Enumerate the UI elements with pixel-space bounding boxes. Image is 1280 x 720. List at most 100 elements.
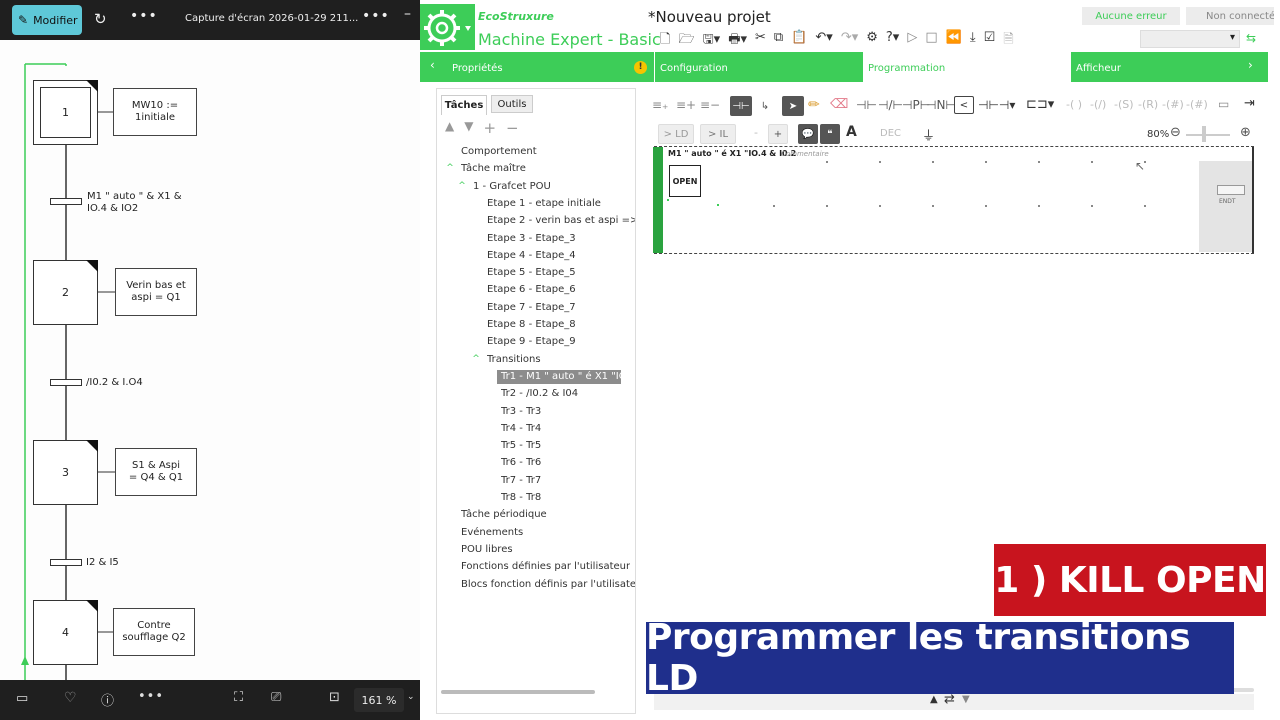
connection-status[interactable]: Non connecté <box>1186 7 1274 25</box>
chevron-up-icon[interactable]: ^ <box>445 163 455 173</box>
more-icon[interactable]: ••• <box>138 689 164 704</box>
stop-icon[interactable]: □ <box>925 30 937 50</box>
pencil-icon[interactable]: ✏ <box>808 97 820 113</box>
zoom-slider[interactable] <box>1186 134 1230 136</box>
symbol-toggle-button[interactable]: ❝ <box>820 124 840 144</box>
chevron-up-icon[interactable]: ^ <box>457 181 467 191</box>
run-icon[interactable]: ▷ <box>907 30 917 50</box>
tree-item[interactable]: Etape 3 - Etape_3 <box>487 232 576 246</box>
ladder-rung[interactable]: M1 " auto " é X1 "IO.4 & I0.2 Commentair… <box>653 146 1254 254</box>
delete-rung-icon[interactable]: ≡− <box>700 98 720 112</box>
tree-item[interactable]: Tr2 - /I0.2 & I04 <box>501 387 578 401</box>
tree-item[interactable]: Tr4 - Tr4 <box>501 422 541 436</box>
zoom-level[interactable]: 161 % <box>354 688 404 712</box>
zoom-out-icon[interactable]: ⊖ <box>1170 125 1181 140</box>
operation-block-icon[interactable]: ▭ <box>1218 97 1229 111</box>
branch-mode-button[interactable]: ↳ <box>754 96 776 116</box>
more-icon[interactable]: ••• <box>362 8 390 24</box>
contact-mode-button[interactable]: ⊣⊢ <box>730 96 752 116</box>
tree-item[interactable]: Fonctions définies par l'utilisateur <box>461 560 630 574</box>
tree-item[interactable]: Tr7 - Tr7 <box>501 474 541 488</box>
insert-rung-after-icon[interactable]: ≡+ <box>676 98 696 112</box>
fit-icon[interactable]: ⊡ <box>329 690 340 705</box>
error-status[interactable]: Aucune erreur <box>1082 7 1180 25</box>
app-logo[interactable] <box>420 4 475 50</box>
scan-text-icon[interactable]: ⎚ <box>271 690 281 705</box>
crop-icon[interactable]: ⛶ <box>234 690 243 705</box>
tree-item[interactable]: Tâche maître <box>461 162 526 176</box>
select-pointer-button[interactable]: ➤ <box>782 96 804 116</box>
rotate-icon[interactable]: ↻ <box>94 10 107 28</box>
tree-item[interactable]: Etape 4 - Etape_4 <box>487 249 576 263</box>
tree-item[interactable]: Comportement <box>461 145 537 159</box>
jump-icon[interactable]: ⇥ <box>1244 96 1255 111</box>
coil-icon[interactable]: -( ) <box>1066 98 1082 111</box>
comment-toggle-button[interactable]: 💬 <box>798 124 818 144</box>
tree-item[interactable]: Etape 1 - etape initiale <box>487 197 601 211</box>
tree-item[interactable]: Etape 8 - Etape_8 <box>487 318 576 332</box>
tree-item[interactable]: Tâche périodique <box>461 508 547 522</box>
chevron-right-icon[interactable]: › <box>1248 58 1253 72</box>
undo-icon[interactable]: ↶▾ <box>815 30 832 50</box>
tree-item[interactable]: Etape 9 - Etape_9 <box>487 335 576 349</box>
tree-scrollbar[interactable] <box>441 690 595 694</box>
chevron-up-icon[interactable]: ^ <box>471 354 481 364</box>
tab-taches[interactable]: Tâches <box>441 95 487 115</box>
more-icon[interactable]: ••• <box>130 8 158 24</box>
eraser-icon[interactable]: ⌫ <box>830 97 848 112</box>
zoom-in-icon[interactable]: ⊕ <box>1240 125 1251 140</box>
tab-afficheur[interactable]: Afficheur <box>1076 52 1256 82</box>
plus-button[interactable]: + <box>768 124 788 144</box>
document-icon[interactable]: 🗎 <box>1003 30 1013 50</box>
target-select[interactable]: ▾ <box>1140 30 1240 48</box>
network-icon[interactable]: ⏚ <box>922 125 935 144</box>
paste-icon[interactable]: 📋 <box>791 30 807 50</box>
tree-item[interactable]: Tr1 - M1 " auto " é X1 "IO.4 & I0.2 <box>497 369 621 384</box>
info-icon[interactable]: ⓘ <box>101 690 114 709</box>
minus-icon[interactable]: - <box>754 126 758 139</box>
chevron-left-icon[interactable]: ‹ <box>430 58 435 72</box>
zoom-slider-thumb[interactable] <box>1202 126 1206 142</box>
minimize-icon[interactable]: – <box>404 6 411 22</box>
contact-falling-icon[interactable]: ⊣N⊢ <box>926 98 956 112</box>
coil-reset-icon[interactable]: -(R) <box>1138 98 1158 111</box>
tree-item[interactable]: Tr3 - Tr3 <box>501 405 541 419</box>
open-folder-icon[interactable]: 🗁 <box>678 30 694 50</box>
font-size-icon[interactable]: A <box>846 124 857 140</box>
tree-item[interactable]: Etape 5 - Etape_5 <box>487 266 576 280</box>
print-icon[interactable]: 🖶▾ <box>728 30 747 50</box>
download-icon[interactable]: ⤓ <box>970 30 976 50</box>
tree-item[interactable]: POU libres <box>461 543 513 557</box>
tree-item[interactable]: 1 - Grafcet POU <box>473 180 551 194</box>
save-icon[interactable]: 🖫▾ <box>703 30 721 50</box>
tree-item[interactable]: Etape 7 - Etape_7 <box>487 301 576 315</box>
tree-item[interactable]: Etape 6 - Etape_6 <box>487 283 576 297</box>
connect-icon[interactable]: ⇆ <box>1246 31 1256 45</box>
tab-outils[interactable]: Outils <box>491 95 533 113</box>
convert-ld-button[interactable]: > LD <box>658 124 694 144</box>
contact-no-icon[interactable]: ⊣⊢ <box>856 98 877 112</box>
move-up-icon[interactable]: ▲ <box>445 119 454 139</box>
tree-item[interactable]: Evénements <box>461 526 523 540</box>
tree-item[interactable]: Etape 2 - verin bas et aspi => Q1 <box>487 214 635 228</box>
new-file-icon[interactable]: 🗋 <box>660 30 670 50</box>
coil-step-icon[interactable]: -(#) <box>1162 98 1184 111</box>
coil-deactivate-icon[interactable]: -(#) <box>1186 98 1208 111</box>
cut-icon[interactable]: ✂ <box>755 30 766 50</box>
tree-item[interactable]: Transitions <box>487 353 541 367</box>
tree-item[interactable]: Tr5 - Tr5 <box>501 439 541 453</box>
tree-item[interactable]: Blocs fonction définis par l'utilisateur <box>461 578 635 592</box>
chevron-down-icon[interactable]: ⌄ <box>407 692 415 702</box>
contact-nc-icon[interactable]: ⊣/⊢ <box>878 98 903 112</box>
rewind-icon[interactable]: ⏪ <box>946 30 962 50</box>
rung-comment[interactable]: Commentaire <box>781 150 829 158</box>
move-down-icon[interactable]: ▼ <box>464 119 473 139</box>
heart-icon[interactable]: ♡ <box>64 690 77 706</box>
tab-programmation[interactable]: Programmation <box>863 52 1071 82</box>
tree-item[interactable]: Tr8 - Tr8 <box>501 491 541 505</box>
parallel-contact-icon[interactable]: ⊣⊢⊣▾ <box>978 98 1015 112</box>
tab-properties[interactable]: Propriétés <box>452 52 652 82</box>
coil-negated-icon[interactable]: -(/) <box>1090 98 1106 111</box>
coil-set-icon[interactable]: -(S) <box>1114 98 1134 111</box>
tab-configuration[interactable]: Configuration <box>660 52 860 82</box>
